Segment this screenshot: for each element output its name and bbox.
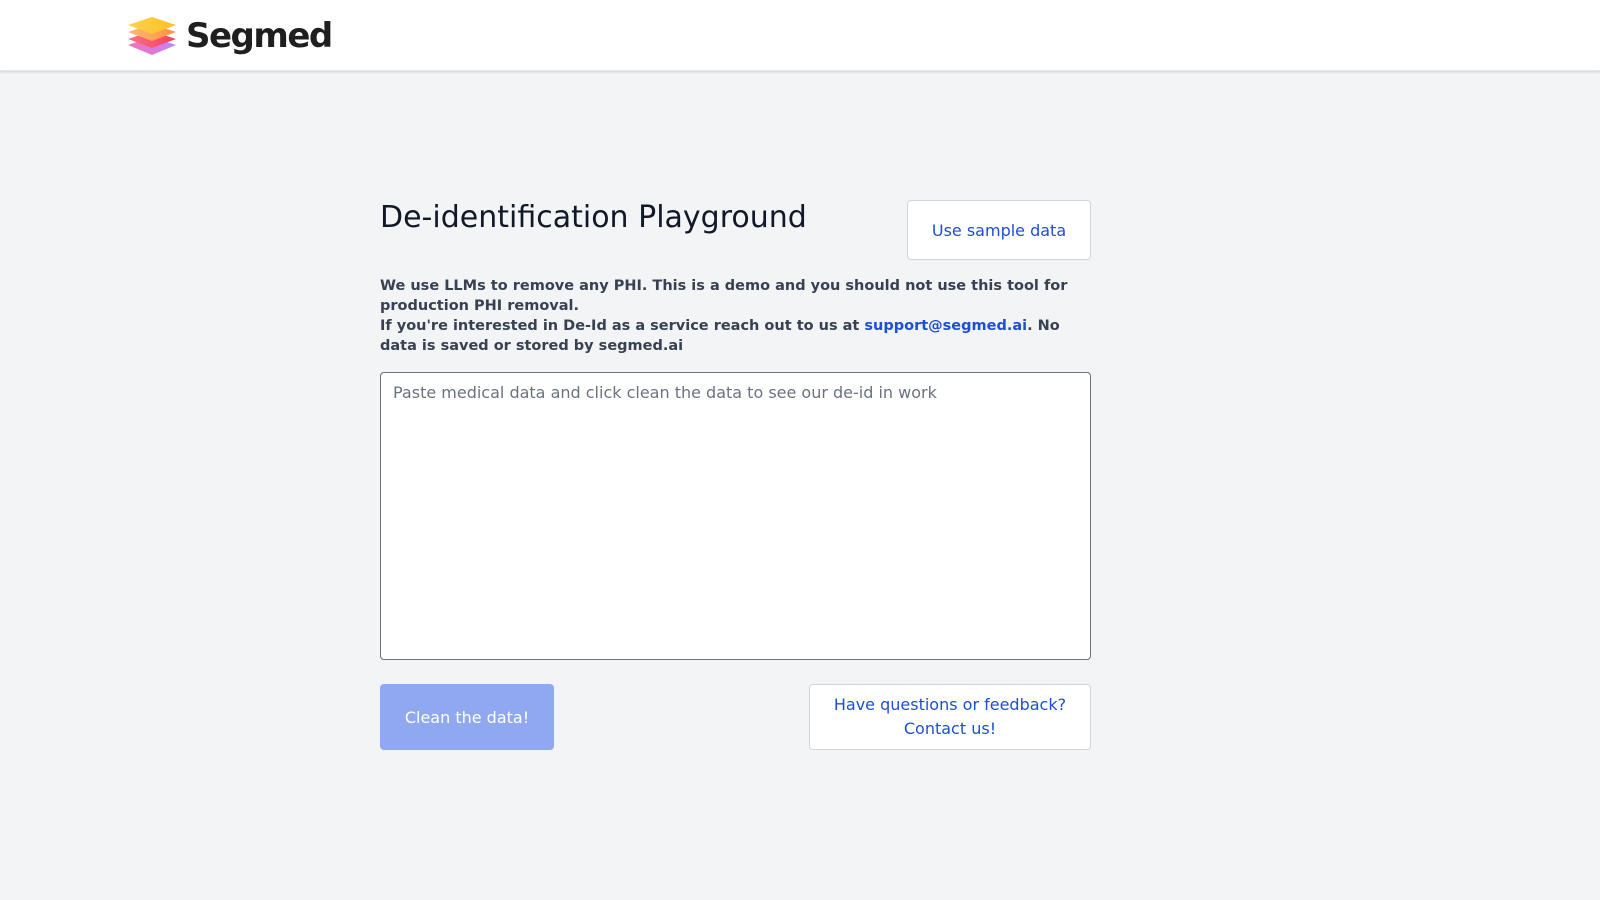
disclaimer-line-2-prefix: If you're interested in De-Id as a servi… xyxy=(380,318,865,334)
contact-us-button[interactable]: Have questions or feedback? Contact us! xyxy=(809,684,1091,750)
contact-button-line-1: Have questions or feedback? xyxy=(833,695,1067,714)
contact-button-line-2: Contact us! xyxy=(903,719,997,738)
top-navbar: Segmed xyxy=(0,0,1600,71)
brand-name: Segmed xyxy=(186,16,333,56)
page-title: De-identification Playground xyxy=(380,200,807,235)
use-sample-data-button[interactable]: Use sample data xyxy=(907,200,1091,260)
playground-panel: De-identification Playground Use sample … xyxy=(380,200,1091,750)
action-row: Clean the data! Have questions or feedba… xyxy=(380,684,1091,750)
disclaimer-line-1: We use LLMs to remove any PHI. This is a… xyxy=(380,278,1068,314)
brand-logo-link[interactable]: Segmed xyxy=(126,14,333,58)
medical-data-textarea[interactable] xyxy=(380,372,1091,660)
support-email-link[interactable]: support@segmed.ai xyxy=(864,318,1027,334)
disclaimer-text: We use LLMs to remove any PHI. This is a… xyxy=(380,276,1091,356)
stacked-layers-logo-icon xyxy=(128,17,176,55)
title-row: De-identification Playground Use sample … xyxy=(380,200,1091,260)
clean-data-button[interactable]: Clean the data! xyxy=(380,684,554,750)
